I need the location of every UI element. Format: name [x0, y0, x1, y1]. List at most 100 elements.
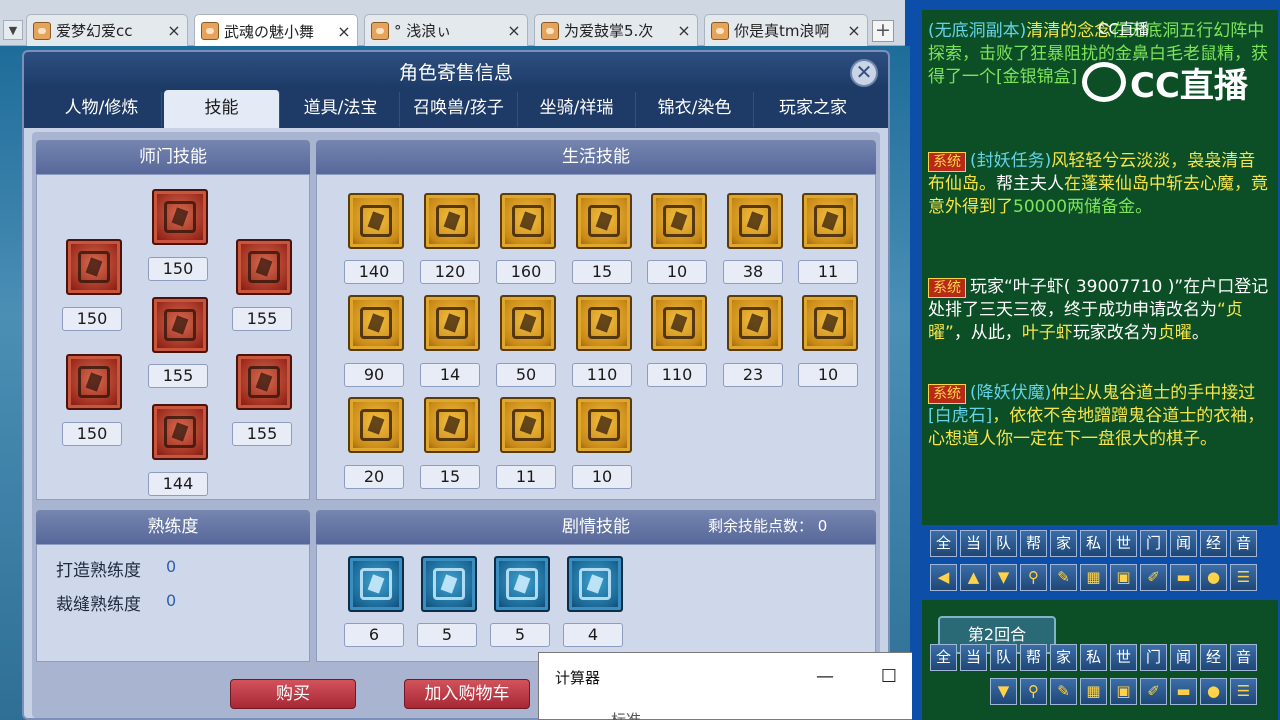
tab-close-icon[interactable]: ×	[507, 21, 521, 40]
life-skill-icon[interactable]	[500, 397, 556, 453]
brush-icon[interactable]: ✐	[1140, 678, 1167, 705]
skill-level: 160	[496, 260, 556, 284]
tab-mounts[interactable]: 坐骑/祥瑞	[518, 92, 636, 127]
tab-skills[interactable]: 技能	[164, 90, 280, 128]
arrow-up-icon[interactable]: ▲	[960, 564, 987, 591]
tab-close-icon[interactable]: ×	[167, 21, 181, 40]
channel-button[interactable]: 闻	[1170, 644, 1197, 671]
life-skill-icon[interactable]	[651, 193, 707, 249]
speech-bubble-icon[interactable]: ●	[1200, 678, 1227, 705]
story-skill-icon[interactable]	[567, 556, 623, 612]
story-skill-icon[interactable]	[348, 556, 404, 612]
story-skill-icon[interactable]	[494, 556, 550, 612]
tab-close-icon[interactable]: ×	[337, 22, 351, 41]
tab-list-dropdown-icon[interactable]: ▼	[3, 20, 23, 40]
search-icon[interactable]: ⚲	[1020, 678, 1047, 705]
list-icon[interactable]: ☰	[1230, 678, 1257, 705]
panel-close-button[interactable]: ✕	[850, 59, 878, 87]
arrow-down-icon[interactable]: ▼	[990, 564, 1017, 591]
channel-button[interactable]: 当	[960, 644, 987, 671]
channel-button[interactable]: 门	[1140, 644, 1167, 671]
lock-icon[interactable]: ▣	[1110, 564, 1137, 591]
channel-button[interactable]: 世	[1110, 530, 1137, 557]
brush-icon[interactable]: ✐	[1140, 564, 1167, 591]
folder-icon[interactable]: ▬	[1170, 678, 1197, 705]
channel-button[interactable]: 全	[930, 530, 957, 557]
channel-button[interactable]: 门	[1140, 530, 1167, 557]
channel-button[interactable]: 队	[990, 644, 1017, 671]
life-skill-icon[interactable]	[424, 295, 480, 351]
browser-tab[interactable]: 爱梦幻爱cc ×	[26, 14, 188, 46]
channel-button[interactable]: 世	[1110, 644, 1137, 671]
school-skill-icon[interactable]	[152, 189, 208, 245]
minimize-button[interactable]: —	[805, 659, 845, 695]
tab-home[interactable]: 玩家之家	[754, 92, 872, 127]
life-skill-icon[interactable]	[802, 295, 858, 351]
browser-tab-active[interactable]: 武魂の魅小舞 ×	[194, 14, 358, 47]
channel-button[interactable]: 经	[1200, 530, 1227, 557]
life-skill-icon[interactable]	[727, 295, 783, 351]
tab-character[interactable]: 人物/修炼	[42, 92, 162, 127]
channel-button[interactable]: 家	[1050, 644, 1077, 671]
channel-button[interactable]: 当	[960, 530, 987, 557]
arrow-down-icon[interactable]: ▼	[990, 678, 1017, 705]
lock-icon[interactable]: ▣	[1110, 678, 1137, 705]
life-skill-icon[interactable]	[424, 193, 480, 249]
life-skill-icon[interactable]	[576, 193, 632, 249]
school-skill-icon[interactable]	[66, 354, 122, 410]
buy-button[interactable]: 购买	[230, 679, 356, 709]
story-skill-icon[interactable]	[421, 556, 477, 612]
chat-text: (无底洞副本)	[928, 21, 1027, 41]
arrow-left-icon[interactable]: ◀	[930, 564, 957, 591]
life-skill-icon[interactable]	[348, 295, 404, 351]
school-skill-icon[interactable]	[152, 404, 208, 460]
life-skill-icon[interactable]	[348, 193, 404, 249]
add-to-cart-button[interactable]: 加入购物车	[404, 679, 530, 709]
search-icon[interactable]: ⚲	[1020, 564, 1047, 591]
school-skill-icon[interactable]	[236, 354, 292, 410]
life-skill-icon[interactable]	[727, 193, 783, 249]
list-icon[interactable]: ☰	[1230, 564, 1257, 591]
new-tab-button[interactable]: +	[872, 20, 894, 42]
channel-button[interactable]: 音	[1230, 530, 1257, 557]
folder-icon[interactable]: ▬	[1170, 564, 1197, 591]
life-skill-icon[interactable]	[576, 295, 632, 351]
life-skill-icon[interactable]	[500, 193, 556, 249]
tab-outfits[interactable]: 锦衣/染色	[636, 92, 754, 127]
school-skill-icon[interactable]	[66, 239, 122, 295]
life-skill-icon[interactable]	[651, 295, 707, 351]
channel-button[interactable]: 全	[930, 644, 957, 671]
channel-button[interactable]: 私	[1080, 644, 1107, 671]
tab-close-icon[interactable]: ×	[677, 21, 691, 40]
tab-items[interactable]: 道具/法宝	[282, 92, 400, 127]
note-icon[interactable]: ✎	[1050, 678, 1077, 705]
school-skill-icon[interactable]	[236, 239, 292, 295]
channel-button[interactable]: 队	[990, 530, 1017, 557]
speech-bubble-icon[interactable]: ●	[1200, 564, 1227, 591]
life-skill-icon[interactable]	[424, 397, 480, 453]
tab-summons[interactable]: 召唤兽/孩子	[400, 92, 518, 127]
tab-label: ° 浅浪ぃ	[394, 22, 452, 40]
channel-button[interactable]: 帮	[1020, 644, 1047, 671]
browser-tab[interactable]: 你是真tm浪啊 ×	[704, 14, 868, 46]
grid-icon[interactable]: ▦	[1080, 678, 1107, 705]
life-skill-icon[interactable]	[576, 397, 632, 453]
channel-button[interactable]: 音	[1230, 644, 1257, 671]
skill-level: 15	[572, 260, 632, 284]
tab-close-icon[interactable]: ×	[847, 21, 861, 40]
browser-tab[interactable]: ° 浅浪ぃ ×	[364, 14, 528, 46]
channel-button[interactable]: 私	[1080, 530, 1107, 557]
life-skill-icon[interactable]	[348, 397, 404, 453]
skill-level: 11	[496, 465, 556, 489]
school-skill-icon[interactable]	[152, 297, 208, 353]
life-skill-icon[interactable]	[802, 193, 858, 249]
note-icon[interactable]: ✎	[1050, 564, 1077, 591]
channel-button[interactable]: 帮	[1020, 530, 1047, 557]
life-skill-icon[interactable]	[500, 295, 556, 351]
grid-icon[interactable]: ▦	[1080, 564, 1107, 591]
browser-tab[interactable]: 为爱鼓掌5.次 ×	[534, 14, 698, 46]
channel-button[interactable]: 闻	[1170, 530, 1197, 557]
channel-button[interactable]: 经	[1200, 644, 1227, 671]
channel-button[interactable]: 家	[1050, 530, 1077, 557]
maximize-button[interactable]: ☐	[869, 659, 909, 695]
